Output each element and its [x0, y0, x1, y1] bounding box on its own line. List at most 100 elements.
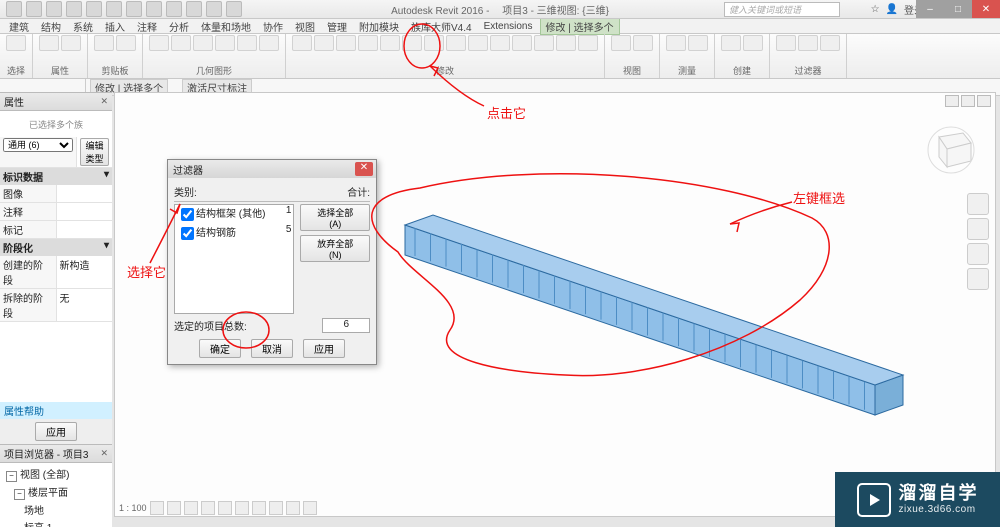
ribbon-icon[interactable] [259, 35, 279, 51]
ribbon-icon[interactable] [490, 35, 510, 51]
tree-item[interactable]: −视图 (全部) [2, 465, 110, 483]
ribbon-icon[interactable] [578, 35, 598, 51]
dialog-close-button[interactable]: ✕ [355, 162, 373, 176]
ribbon-tab[interactable]: 管理 [322, 19, 352, 34]
ribbon-tab[interactable]: 修改 | 选择多个 [540, 18, 620, 35]
ribbon-icon[interactable] [633, 35, 653, 51]
ribbon-icon[interactable] [171, 35, 191, 51]
window-maximize-button[interactable]: □ [944, 0, 972, 18]
ribbon-tab[interactable]: 协作 [258, 19, 288, 34]
ribbon-tab[interactable]: 视图 [290, 19, 320, 34]
prop-value[interactable]: 无 [57, 289, 113, 321]
ribbon-icon[interactable] [556, 35, 576, 51]
view-cube[interactable] [921, 125, 981, 175]
ribbon-tab[interactable]: Extensions [479, 21, 538, 32]
prop-value[interactable] [57, 185, 113, 202]
sun-path-icon[interactable] [184, 501, 198, 515]
filter-category-list[interactable]: 结构框架 (其他)1结构钢筋5 [174, 204, 294, 314]
ok-button[interactable]: 确定 [199, 339, 241, 358]
ribbon-icon[interactable] [611, 35, 631, 51]
ribbon-icon[interactable] [314, 35, 334, 51]
ribbon-icon[interactable] [776, 35, 796, 51]
expand-icon[interactable]: ▾ [104, 240, 109, 255]
ribbon-tab[interactable]: 系统 [68, 19, 98, 34]
prop-value[interactable]: 新构造 [57, 256, 113, 288]
ribbon-icon[interactable] [292, 35, 312, 51]
ribbon-icon[interactable] [424, 35, 444, 51]
orbit-icon[interactable] [967, 268, 989, 290]
ribbon-icon[interactable] [237, 35, 257, 51]
crop-region-icon[interactable] [252, 501, 266, 515]
apply-button[interactable]: 应用 [303, 339, 345, 358]
cancel-button[interactable]: 取消 [251, 339, 293, 358]
ribbon-icon[interactable] [94, 35, 114, 51]
crop-icon[interactable] [235, 501, 249, 515]
ribbon-tab[interactable]: 插入 [100, 19, 130, 34]
ribbon-icon[interactable] [743, 35, 763, 51]
window-close-button[interactable]: ✕ [972, 0, 1000, 18]
ribbon-icon[interactable] [149, 35, 169, 51]
close-icon[interactable]: ✕ [100, 448, 108, 459]
ribbon-tab[interactable]: 族库大师V4.4 [406, 19, 477, 34]
qat-icon[interactable] [186, 1, 202, 17]
prop-value[interactable] [57, 203, 113, 220]
view-max-icon[interactable] [961, 95, 975, 107]
ribbon-icon[interactable] [215, 35, 235, 51]
ribbon-icon[interactable] [798, 35, 818, 51]
expand-icon[interactable]: − [14, 489, 25, 500]
qat-icon[interactable] [46, 1, 62, 17]
edit-type-button[interactable]: 编辑类型 [80, 138, 109, 166]
select-all-button[interactable]: 选择全部(A) [300, 204, 370, 231]
deselect-all-button[interactable]: 放弃全部(N) [300, 235, 370, 262]
filter-item[interactable]: 结构钢筋5 [175, 224, 293, 243]
ribbon-icon[interactable] [534, 35, 554, 51]
close-icon[interactable]: ✕ [100, 96, 108, 107]
ribbon-icon[interactable] [116, 35, 136, 51]
ribbon-tab[interactable]: 结构 [36, 19, 66, 34]
window-minimize-button[interactable]: – [916, 0, 944, 18]
qat-icon[interactable] [126, 1, 142, 17]
ribbon-tab[interactable]: 注释 [132, 19, 162, 34]
temp-hide-icon[interactable] [286, 501, 300, 515]
qat-icon[interactable] [26, 1, 42, 17]
qat-icon[interactable] [206, 1, 222, 17]
qat-icon[interactable] [146, 1, 162, 17]
ribbon-icon[interactable] [358, 35, 378, 51]
ribbon-tab[interactable]: 分析 [164, 19, 194, 34]
ribbon-icon[interactable] [820, 35, 840, 51]
properties-help-link[interactable]: 属性帮助 [0, 402, 112, 419]
ribbon-tab[interactable]: 建筑 [4, 19, 34, 34]
help-search-input[interactable]: 健入关键词或短语 [724, 2, 840, 17]
lock-icon[interactable] [269, 501, 283, 515]
view-close-icon[interactable] [977, 95, 991, 107]
view-scale[interactable]: 1 : 100 [119, 503, 147, 513]
expand-icon[interactable]: − [6, 471, 17, 482]
tree-item[interactable]: −楼层平面 [2, 483, 110, 501]
filter-item[interactable]: 结构框架 (其他)1 [175, 205, 293, 224]
ribbon-icon[interactable] [39, 35, 59, 51]
ribbon-icon[interactable] [446, 35, 466, 51]
filter-checkbox[interactable] [181, 227, 194, 240]
pan-icon[interactable] [967, 218, 989, 240]
ribbon-icon[interactable] [512, 35, 532, 51]
qat-icon[interactable] [6, 1, 22, 17]
qat-icon[interactable] [166, 1, 182, 17]
ribbon-icon[interactable] [721, 35, 741, 51]
apply-button[interactable]: 应用 [35, 422, 77, 441]
ribbon-icon[interactable] [61, 35, 81, 51]
qat-icon[interactable] [66, 1, 82, 17]
ribbon-icon[interactable] [380, 35, 400, 51]
ribbon-icon[interactable] [468, 35, 488, 51]
expand-icon[interactable]: ▾ [104, 169, 109, 184]
zoom-icon[interactable] [967, 243, 989, 265]
qat-icon[interactable] [226, 1, 242, 17]
shadows-icon[interactable] [201, 501, 215, 515]
ribbon-icon[interactable] [6, 35, 26, 51]
filter-checkbox[interactable] [181, 208, 194, 221]
qat-icon[interactable] [86, 1, 102, 17]
tree-item[interactable]: 场地 [2, 501, 110, 518]
prop-value[interactable] [57, 221, 113, 238]
visual-style-icon[interactable] [167, 501, 181, 515]
steering-wheel-icon[interactable] [967, 193, 989, 215]
ribbon-icon[interactable] [666, 35, 686, 51]
